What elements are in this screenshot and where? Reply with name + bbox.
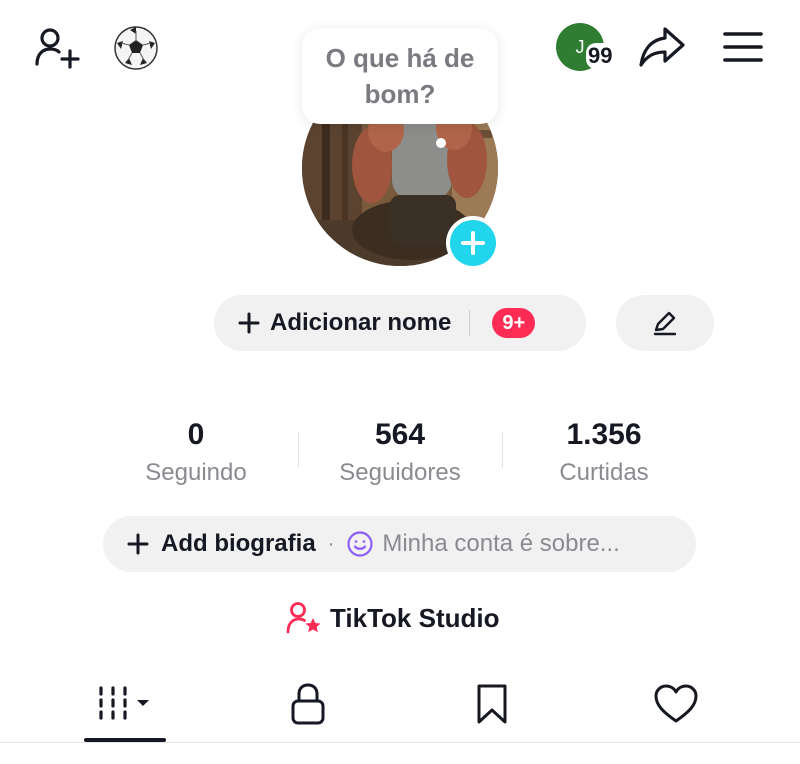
account-avatar[interactable]: J 99: [555, 22, 615, 72]
tabs-divider: [0, 742, 800, 743]
tab-private[interactable]: [282, 676, 334, 732]
lock-icon: [291, 683, 325, 725]
separator-dot: ·: [327, 532, 335, 555]
tiktok-studio-link[interactable]: TikTok Studio: [286, 598, 499, 638]
tab-liked[interactable]: [650, 676, 702, 732]
tab-saved[interactable]: [466, 676, 518, 732]
bio-placeholder: Minha conta é sobre...: [382, 530, 620, 557]
likes-label: Curtidas: [559, 459, 649, 486]
tiktok-studio-label: TikTok Studio: [330, 602, 500, 633]
bubble-tail-dot: [436, 138, 446, 148]
likes-stat[interactable]: 1.356 Curtidas: [514, 416, 694, 490]
tab-videos[interactable]: [84, 676, 166, 732]
add-bio-button[interactable]: Add biografia · Minha conta é sobre...: [103, 516, 696, 572]
likes-count: 1.356: [566, 418, 642, 451]
notification-badge: 9+: [492, 308, 536, 338]
add-bio-label: Add biografia: [161, 530, 316, 557]
stat-divider: [502, 432, 503, 468]
following-stat[interactable]: 0 Seguindo: [106, 416, 286, 490]
heart-icon: [654, 684, 698, 723]
stat-divider: [298, 432, 299, 468]
add-friend-icon[interactable]: [30, 22, 82, 72]
bookmark-icon: [477, 684, 507, 724]
avatar-initial: J: [575, 36, 585, 57]
followers-label: Seguidores: [339, 459, 461, 486]
pencil-icon: [653, 311, 677, 336]
plus-icon: [127, 533, 149, 555]
plus-icon: [238, 312, 260, 334]
pill-divider: [469, 310, 471, 336]
status-bubble[interactable]: O que há de bom?: [302, 28, 498, 124]
following-label: Seguindo: [145, 459, 247, 486]
share-icon[interactable]: [636, 22, 688, 72]
following-count: 0: [187, 418, 205, 451]
followers-stat[interactable]: 564 Seguidores: [310, 416, 490, 490]
menu-icon[interactable]: [718, 22, 768, 72]
videos-grid-icon: [99, 686, 149, 720]
add-name-button[interactable]: Adicionar nome 9+: [214, 295, 586, 351]
edit-profile-button[interactable]: [616, 295, 714, 351]
add-name-label: Adicionar nome: [270, 309, 452, 336]
notification-count-badge: 99: [586, 43, 615, 69]
followers-count: 564: [374, 418, 426, 451]
add-photo-button[interactable]: [446, 216, 500, 270]
soccer-ball-icon[interactable]: [112, 24, 160, 72]
smile-icon: [346, 530, 374, 558]
creator-star-icon: [286, 602, 321, 634]
plus-icon: [461, 231, 485, 255]
status-bubble-text: O que há de bom?: [325, 43, 475, 109]
